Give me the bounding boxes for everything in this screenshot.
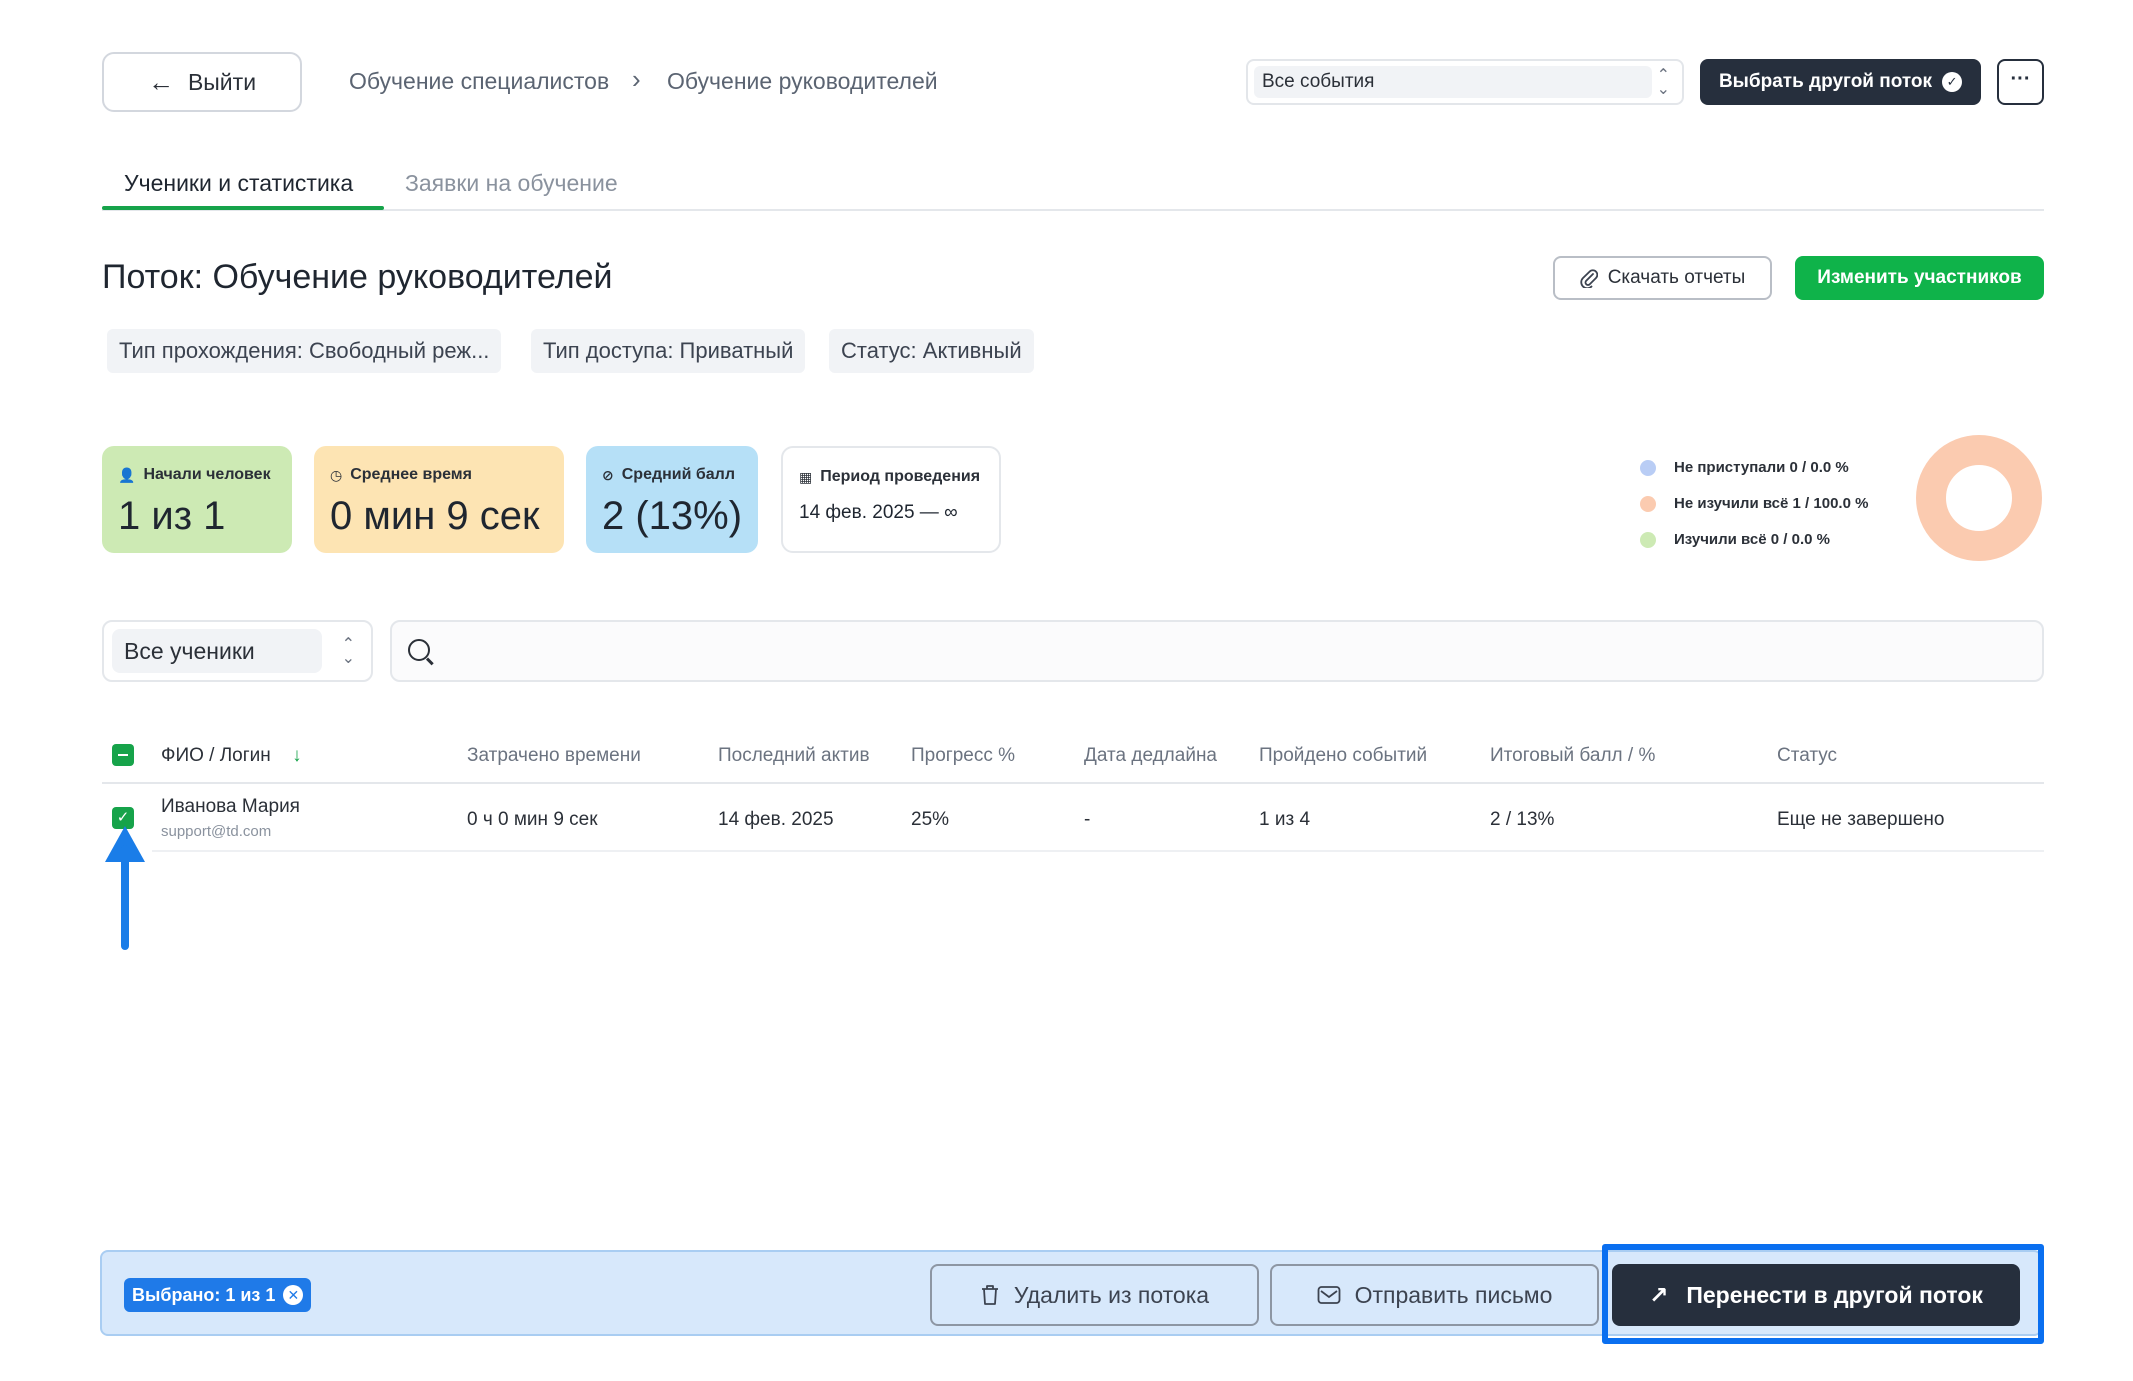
edit-participants-button[interactable]: Изменить участников <box>1795 256 2044 300</box>
stat-period-value: 14 фев. 2025 — ∞ <box>799 502 958 523</box>
stat-card-avg-score: ⊘ Средний балл 2 (13%) <box>586 446 758 553</box>
clock-icon: ◷ <box>330 466 343 483</box>
legend-dot <box>1640 459 1656 476</box>
students-filter-value: Все ученики <box>112 629 322 673</box>
legend-item-not-started: Не приступали 0 / 0.0 % <box>1640 459 1849 476</box>
annotation-highlight-box <box>1602 1244 2044 1344</box>
row-last-active: 14 фев. 2025 <box>718 809 834 830</box>
updown-chevron-icon: ⌃ ⌄ <box>341 636 355 667</box>
mail-icon <box>1317 1286 1340 1304</box>
row-name[interactable]: Иванова Мария <box>161 796 300 818</box>
legend-label: Не приступали 0 / 0.0 % <box>1674 459 1849 476</box>
tag-status: Статус: Активный <box>829 329 1034 373</box>
chevron-right-icon: › <box>632 64 641 94</box>
download-reports-button[interactable]: Скачать отчеты <box>1553 256 1772 300</box>
row-time-spent: 0 ч 0 мин 9 сек <box>467 809 598 830</box>
choose-stream-button[interactable]: Выбрать другой поток ✓ <box>1700 59 1981 105</box>
column-header-progress[interactable]: Прогресс % <box>911 745 1015 767</box>
legend-item-not-completed: Не изучили всё 1 / 100.0 % <box>1640 495 1868 512</box>
annotation-arrow-shaft <box>121 845 129 950</box>
trash-icon <box>981 1285 998 1305</box>
column-header-score[interactable]: Итоговый балл / % <box>1490 745 1655 767</box>
person-icon: 👤 <box>118 466 136 483</box>
table-row-divider <box>152 850 2044 852</box>
send-email-button[interactable]: Отправить письмо <box>1270 1264 1599 1326</box>
stat-avg-score-value: 2 (13%) <box>602 494 743 538</box>
breadcrumb-item-specialists[interactable]: Обучение специалистов <box>349 68 609 95</box>
stat-avg-score-label: Средний балл <box>621 466 736 483</box>
search-icon <box>408 639 430 661</box>
send-email-label: Отправить письмо <box>1354 1281 1553 1308</box>
clear-selection-icon[interactable]: ✕ <box>283 1285 304 1305</box>
tab-applications[interactable]: Заявки на обучение <box>405 170 618 197</box>
column-header-last-active[interactable]: Последний актив <box>718 745 870 767</box>
events-select[interactable]: Все события ⌃ ⌄ <box>1246 59 1684 105</box>
row-events-passed: 1 из 4 <box>1259 809 1311 830</box>
row-progress: 25% <box>911 809 950 830</box>
remove-from-stream-label: Удалить из потока <box>1013 1281 1210 1308</box>
row-status: Еще не завершено <box>1777 809 1945 830</box>
legend-label: Не изучили всё 1 / 100.0 % <box>1674 495 1869 512</box>
stat-card-period: ▦ Период проведения 14 фев. 2025 — ∞ <box>781 446 1001 553</box>
legend-item-completed: Изучили всё 0 / 0.0 % <box>1640 531 1830 548</box>
exit-button[interactable]: ← Выйти <box>102 52 302 112</box>
remove-from-stream-button[interactable]: Удалить из потока <box>930 1264 1259 1326</box>
progress-donut-chart <box>1916 435 2042 561</box>
column-header-name-label: ФИО / Логин <box>161 745 271 766</box>
choose-stream-label: Выбрать другой поток <box>1718 71 1933 92</box>
selected-count-badge[interactable]: Выбрано: 1 из 1 ✕ <box>124 1278 312 1312</box>
updown-chevron-icon: ⌃ ⌄ <box>1656 67 1670 98</box>
students-filter-select[interactable]: Все ученики ⌃ ⌄ <box>102 620 373 682</box>
chevron-down-circle-icon: ✓ <box>1942 72 1963 92</box>
download-reports-label: Скачать отчеты <box>1607 267 1746 288</box>
table-header-divider <box>102 782 2044 784</box>
stat-card-started: 👤 Начали человек 1 из 1 <box>102 446 292 553</box>
stat-avg-time-value: 0 мин 9 сек <box>330 494 540 538</box>
row-login: support@td.com <box>161 823 272 840</box>
more-options-button[interactable]: ··· <box>1997 59 2044 105</box>
column-header-time[interactable]: Затрачено времени <box>467 745 641 767</box>
select-all-checkbox[interactable] <box>112 744 134 766</box>
column-header-events[interactable]: Пройдено событий <box>1259 745 1427 767</box>
row-score: 2 / 13% <box>1490 809 1555 830</box>
search-input[interactable] <box>390 620 2044 682</box>
tab-students-stats[interactable]: Ученики и статистика <box>124 170 353 197</box>
events-select-value: Все события <box>1254 66 1652 98</box>
tag-pass-type: Тип прохождения: Свободный реж... <box>107 329 502 373</box>
column-header-status[interactable]: Статус <box>1777 745 1837 767</box>
row-deadline: - <box>1084 809 1091 830</box>
tabs-divider <box>102 209 2044 211</box>
stat-avg-time-label: Среднее время <box>350 466 472 483</box>
page-title: Поток: Обучение руководителей <box>102 258 613 296</box>
column-header-deadline[interactable]: Дата дедлайна <box>1084 745 1217 767</box>
legend-label: Изучили всё 0 / 0.0 % <box>1674 531 1830 548</box>
tag-access-type: Тип доступа: Приватный <box>531 329 806 373</box>
legend-dot <box>1640 495 1656 512</box>
stat-period-label: Период проведения <box>820 468 981 485</box>
sort-arrow-down-icon[interactable]: ↓ <box>292 745 302 766</box>
arrow-left-icon: ← <box>147 67 174 97</box>
stat-card-avg-time: ◷ Среднее время 0 мин 9 сек <box>314 446 564 553</box>
column-header-name[interactable]: ФИО / Логин ↓ <box>161 745 302 767</box>
paperclip-icon <box>1580 269 1598 288</box>
breadcrumb-item-managers[interactable]: Обучение руководителей <box>667 68 938 95</box>
stat-started-label: Начали человек <box>143 466 271 483</box>
calendar-icon: ▦ <box>799 468 813 485</box>
exit-label: Выйти <box>187 68 257 95</box>
stat-started-value: 1 из 1 <box>118 494 226 538</box>
donut-segment-not-completed <box>1916 435 2042 561</box>
selected-count-label: Выбрано: 1 из 1 <box>132 1284 276 1305</box>
legend-dot <box>1640 531 1656 548</box>
check-circle-icon: ⊘ <box>602 466 614 483</box>
tab-active-indicator <box>102 206 384 210</box>
